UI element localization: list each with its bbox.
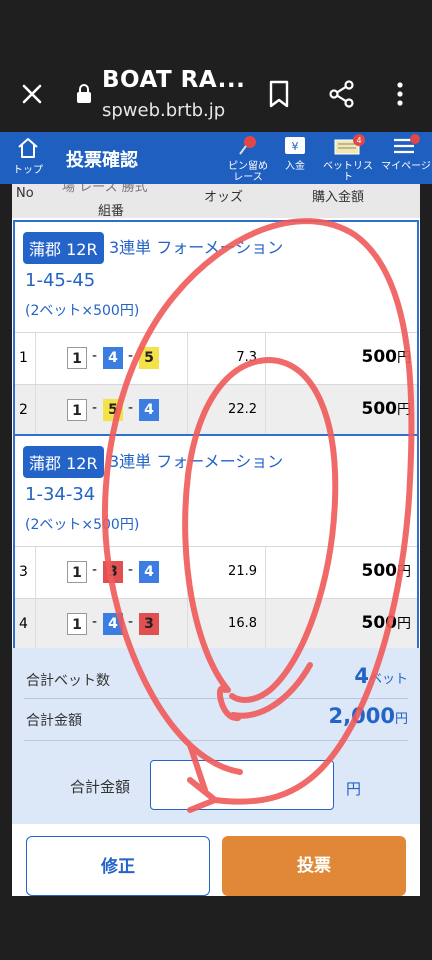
row-no: 3 [19, 564, 28, 580]
svg-text:¥: ¥ [292, 140, 299, 153]
boat-number: 3 [139, 613, 159, 635]
bet-count-value: 4ベット [354, 664, 408, 688]
deposit-icon: ¥ [285, 137, 305, 154]
menu-icon [394, 134, 420, 154]
table-row: 4 1 - 4 - 3 16.8 500円 [15, 598, 417, 651]
boat-number: 4 [103, 613, 123, 635]
deposit-button[interactable]: ¥ 入金 [280, 134, 310, 172]
status-bar [0, 0, 432, 54]
boat-number: 3 [103, 561, 123, 583]
pin-icon [239, 136, 256, 155]
ticket-card: 蒲郡 12R 3連単 フォーメーション 1-45-45 (2ベット×500円) … [13, 220, 419, 438]
row-no: 2 [19, 402, 28, 418]
home-label: トップ [13, 165, 43, 176]
row-no: 1 [19, 350, 28, 366]
total-amount-label: 合計金額 [26, 713, 82, 729]
vote-button[interactable]: 投票 [222, 836, 406, 896]
amount-value: 500円 [361, 561, 412, 581]
deposit-label: 入金 [285, 161, 305, 172]
bet-list-label: ベットリスト [323, 161, 373, 183]
col-amount: 購入金額 [312, 190, 365, 205]
home-nav-button[interactable]: トップ [10, 136, 46, 176]
boat-number: 4 [103, 347, 123, 369]
odds-value: 7.3 [236, 350, 257, 365]
mypage-label: マイページ [381, 161, 431, 172]
browser-url[interactable]: spweb.brtb.jp [102, 100, 225, 121]
browser-title: BOAT RA... [102, 67, 246, 93]
app-header: トップ 投票確認 ピン留め レース ¥ 入金 4 ベットリスト マイページ [0, 132, 432, 184]
bet-breakdown: (2ベット×500円) [25, 303, 140, 319]
total-amount-value: 2,000円 [328, 704, 408, 728]
pay-amount-label: 合計金額 [70, 778, 131, 796]
home-icon [18, 138, 38, 158]
bet-breakdown: (2ベット×500円) [25, 517, 140, 533]
close-icon[interactable] [18, 80, 46, 108]
odds-value: 21.9 [228, 564, 257, 579]
amount-value: 500円 [361, 347, 412, 367]
mypage-button[interactable]: マイページ [380, 134, 432, 172]
bet-list-badge: 4 [356, 136, 361, 145]
share-icon[interactable] [328, 80, 356, 108]
browser-toolbar: BOAT RA... spweb.brtb.jp [0, 54, 432, 132]
bet-type: 3連単 フォーメーション [109, 452, 284, 471]
pin-race-label: ピン留め レース [228, 161, 268, 183]
system-nav-bar [0, 896, 432, 960]
odds-value: 22.2 [228, 402, 257, 417]
boat-number: 1 [67, 347, 87, 369]
venue-badge: 蒲郡 12R [23, 232, 104, 264]
modify-button[interactable]: 修正 [26, 836, 210, 896]
table-row: 1 1 - 4 - 5 7.3 500円 [15, 332, 417, 385]
bet-count-label: 合計ベット数 [26, 673, 110, 689]
boat-number: 5 [139, 347, 159, 369]
col-no: No [16, 186, 34, 201]
page-title: 投票確認 [66, 150, 138, 171]
boat-number: 4 [139, 399, 159, 421]
boat-number: 1 [67, 613, 87, 635]
boat-number: 1 [67, 561, 87, 583]
bookmark-icon[interactable] [268, 80, 290, 108]
odds-value: 16.8 [228, 616, 257, 631]
boat-number: 1 [67, 399, 87, 421]
col-kumiban: 組番 [98, 204, 125, 219]
combination: 1-34-34 [25, 484, 96, 505]
table-header: No 場 レース 勝式 組番 オッズ 購入金額 [12, 184, 420, 219]
col-partial: 場 レース 勝式 [62, 184, 148, 195]
combination: 1-45-45 [25, 270, 96, 291]
pay-amount-unit: 円 [346, 780, 362, 798]
bet-list-icon: 4 [334, 134, 365, 155]
bet-type: 3連単 フォーメーション [109, 238, 284, 257]
lock-icon [77, 84, 91, 103]
bet-list-button[interactable]: 4 ベットリスト [320, 134, 376, 183]
boat-number: 5 [103, 399, 123, 421]
venue-badge: 蒲郡 12R [23, 446, 104, 478]
table-row: 3 1 - 3 - 4 21.9 500円 [15, 546, 417, 599]
col-odds: オッズ [204, 190, 244, 205]
pin-race-button[interactable]: ピン留め レース [222, 134, 274, 183]
ticket-card: 蒲郡 12R 3連単 フォーメーション 1-34-34 (2ベット×500円) … [13, 434, 419, 652]
amount-value: 500円 [361, 399, 412, 419]
boat-number: 4 [139, 561, 159, 583]
pay-amount-input[interactable] [150, 760, 334, 810]
amount-value: 500円 [361, 613, 412, 633]
more-vert-icon[interactable] [392, 80, 408, 108]
table-row: 2 1 - 5 - 4 22.2 500円 [15, 384, 417, 437]
row-no: 4 [19, 616, 28, 632]
bet-summary: 合計ベット数 4ベット 合計金額 2,000円 合計金額 円 [12, 648, 420, 824]
bet-confirm-content: No 場 レース 勝式 組番 オッズ 購入金額 蒲郡 12R 3連単 フォーメー… [12, 184, 420, 896]
